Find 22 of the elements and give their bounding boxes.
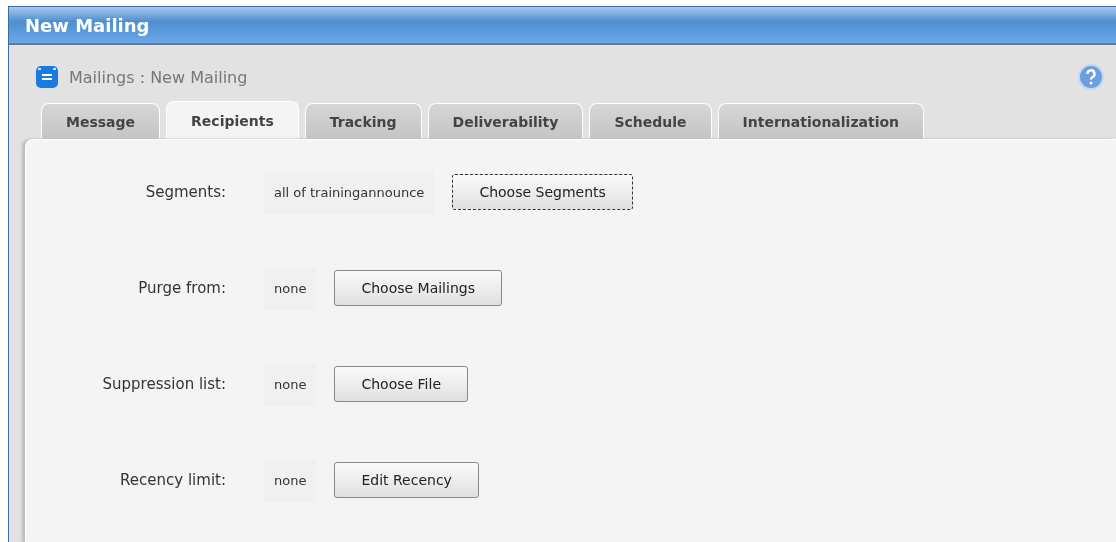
choose-button[interactable]: Choose Mailings bbox=[334, 270, 502, 306]
tab[interactable]: Schedule bbox=[589, 103, 712, 139]
field-label: Segments: bbox=[144, 182, 226, 203]
field-label: Recency limit: bbox=[119, 470, 226, 491]
help-icon[interactable] bbox=[1078, 64, 1104, 90]
field-label: Suppression list: bbox=[102, 374, 226, 395]
field-value: none bbox=[264, 458, 317, 502]
window-title: New Mailing bbox=[25, 14, 150, 36]
choose-button[interactable]: Choose File bbox=[334, 366, 468, 402]
tab[interactable]: Deliverability bbox=[427, 103, 584, 139]
field-label: Purge from: bbox=[137, 278, 226, 299]
choose-button[interactable]: Choose Segments bbox=[452, 174, 633, 210]
tab[interactable]: Internationalization bbox=[717, 103, 925, 139]
field-value: none bbox=[264, 362, 317, 406]
tab[interactable]: Message bbox=[41, 103, 161, 139]
tab[interactable]: Tracking bbox=[304, 103, 422, 139]
field-value: all of trainingannounce bbox=[264, 170, 435, 214]
mail-list-icon bbox=[35, 65, 59, 89]
breadcrumb: Mailings : New Mailing bbox=[69, 67, 249, 87]
field-value: none bbox=[264, 266, 317, 310]
tab[interactable]: Recipients bbox=[166, 101, 299, 139]
choose-button[interactable]: Edit Recency bbox=[334, 462, 479, 498]
